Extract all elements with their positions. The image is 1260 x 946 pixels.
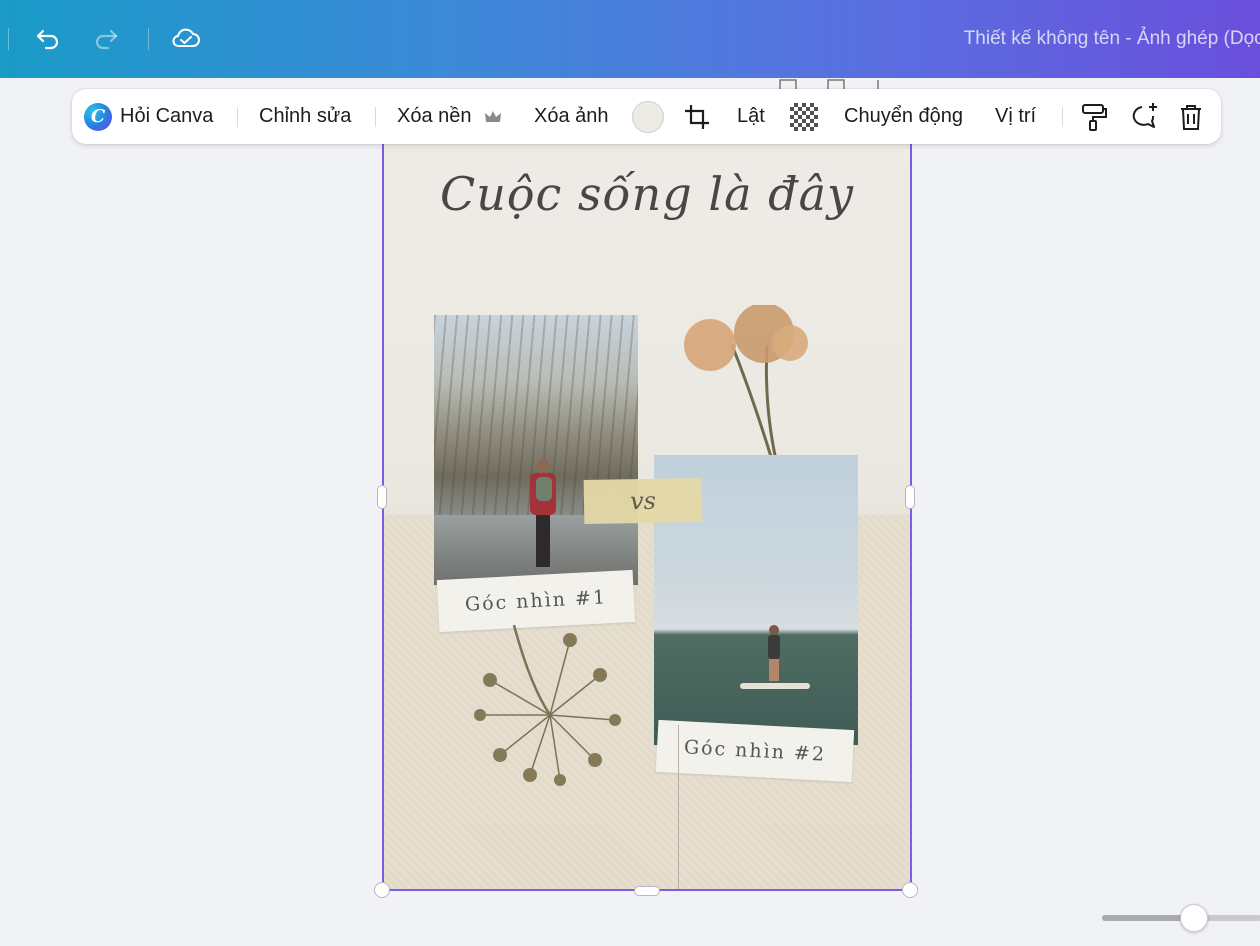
- redo-icon: [95, 29, 118, 50]
- ask-canva-label: Hỏi Canva: [120, 105, 214, 127]
- header-divider: [148, 28, 149, 50]
- zoom-slider[interactable]: [1102, 904, 1260, 932]
- resize-handle-right[interactable]: [905, 485, 915, 509]
- toolbar-divider: [375, 107, 376, 127]
- undo-button[interactable]: [32, 22, 64, 54]
- resize-handle-left[interactable]: [377, 485, 387, 509]
- color-swatch-button[interactable]: [632, 89, 664, 144]
- transparency-button[interactable]: [790, 89, 818, 144]
- cloud-check-icon: [172, 28, 200, 47]
- caption-card-2[interactable]: Góc nhìn #2: [655, 719, 855, 783]
- canva-logo-icon: C: [84, 102, 112, 131]
- zoom-knob[interactable]: [1180, 904, 1208, 932]
- edit-button[interactable]: Chỉnh sửa: [259, 89, 351, 144]
- remove-background-label: Xóa nền: [397, 105, 472, 127]
- paddleboarder-figure: [764, 625, 784, 685]
- color-swatch: [632, 100, 664, 133]
- animate-label: Chuyển động: [844, 105, 963, 127]
- tape-label-vs[interactable]: vs: [583, 477, 703, 525]
- animate-button[interactable]: Chuyển động: [844, 89, 963, 144]
- resize-handle-bottom[interactable]: [634, 886, 660, 896]
- document-title[interactable]: Thiết kế không tên - Ảnh ghép (Dọc): [964, 28, 1260, 50]
- caption-text-1: Góc nhìn #1: [464, 586, 608, 616]
- crop-icon: [685, 104, 709, 129]
- header-divider: [8, 28, 9, 50]
- context-toolbar: C Hỏi Canva Chỉnh sửa Xóa nền Xóa ảnh Lậ…: [72, 89, 1221, 144]
- add-comment-button[interactable]: [1128, 89, 1160, 144]
- undo-icon: [36, 29, 59, 50]
- paddleboard: [740, 683, 810, 689]
- comment-add-icon: [1132, 102, 1157, 128]
- transparency-icon: [790, 102, 818, 131]
- remove-background-button[interactable]: Xóa nền: [397, 89, 502, 144]
- resize-handle-bottom-left[interactable]: [374, 882, 390, 898]
- crop-button[interactable]: [683, 89, 711, 144]
- paint-roller-icon: [1082, 103, 1107, 131]
- photo-hiker-river[interactable]: [434, 315, 638, 585]
- trash-icon: [1181, 104, 1201, 130]
- design-page[interactable]: Cuộc sống là đây vs Góc nhìn #1 Góc nhìn…: [384, 95, 910, 889]
- copy-style-button[interactable]: [1080, 89, 1108, 144]
- caption-text-2: Góc nhìn #2: [683, 736, 827, 766]
- position-button[interactable]: Vị trí: [995, 89, 1036, 144]
- ask-canva-button[interactable]: C Hỏi Canva: [84, 89, 213, 144]
- dried-umbel-flower-illustration[interactable]: [470, 625, 630, 795]
- remove-image-label: Xóa ảnh: [534, 105, 609, 127]
- toolbar-divider: [1062, 107, 1063, 127]
- top-header-bar: Thiết kế không tên - Ảnh ghép (Dọc): [0, 0, 1260, 78]
- save-status-button[interactable]: [170, 22, 202, 54]
- crown-icon: [484, 110, 501, 122]
- hanging-thread: [678, 725, 679, 889]
- design-title-text[interactable]: Cuộc sống là đây: [384, 167, 910, 221]
- hiker-figure: [530, 455, 556, 575]
- redo-button[interactable]: [90, 22, 122, 54]
- edit-label: Chỉnh sửa: [259, 105, 352, 127]
- remove-image-button[interactable]: Xóa ảnh: [534, 89, 609, 144]
- flip-label: Lật: [737, 105, 765, 127]
- tape-text: vs: [629, 486, 657, 516]
- toolbar-divider: [237, 107, 238, 127]
- position-label: Vị trí: [995, 105, 1037, 127]
- delete-button[interactable]: [1178, 89, 1204, 144]
- caption-card-1[interactable]: Góc nhìn #1: [436, 569, 636, 633]
- flip-button[interactable]: Lật: [737, 89, 765, 144]
- resize-handle-bottom-right[interactable]: [902, 882, 918, 898]
- dried-flower-illustration[interactable]: [672, 305, 812, 465]
